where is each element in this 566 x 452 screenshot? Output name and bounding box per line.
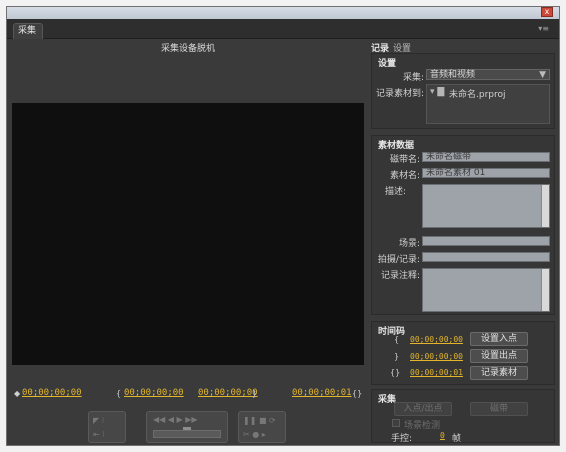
duration-icon: {} xyxy=(390,368,401,377)
title-bar: x xyxy=(7,7,559,19)
out-icon: } xyxy=(394,352,400,361)
panel-in-timecode[interactable]: 00;00;00;00 xyxy=(410,335,463,344)
shuttle-slider[interactable] xyxy=(153,430,221,438)
clip-data-heading: 素材数据 xyxy=(378,141,415,151)
close-button[interactable]: x xyxy=(541,7,553,17)
description-field[interactable] xyxy=(422,184,550,228)
project-name: 未命名.prproj xyxy=(449,90,506,100)
scene-field[interactable] xyxy=(422,236,550,246)
comment-label: 记录注释: xyxy=(380,271,420,281)
mark-controls: ◤ ⁝ ⇤ ⁝ xyxy=(88,411,126,443)
pause-icon[interactable]: ❚❚ ■ ⟳ xyxy=(243,416,276,425)
current-timecode[interactable]: 00;00;00;00 xyxy=(22,388,82,398)
clip-name-field[interactable]: 未命名素材 01 xyxy=(422,168,550,178)
description-scrollbar[interactable] xyxy=(541,185,549,227)
shot-field[interactable] xyxy=(422,252,550,262)
tape-name-label: 磁带名: xyxy=(389,155,420,165)
capture-monitor: 采集设备脱机 ◆ 00;00;00;00 { 00;00;00;00 00;00… xyxy=(12,41,364,443)
panel-menu-icon[interactable]: ▾≡ xyxy=(538,24,549,33)
mark-in-icon[interactable]: ◤ ⁝ xyxy=(93,416,104,425)
log-to-label: 记录素材到: xyxy=(375,89,424,99)
set-in-button[interactable]: 设置入点 xyxy=(470,332,528,346)
handles-label: 手控: xyxy=(390,434,412,444)
clip-name-label: 素材名: xyxy=(389,171,420,181)
comment-scrollbar[interactable] xyxy=(541,269,549,311)
in-icon: { xyxy=(394,335,400,344)
log-clip-button[interactable]: 记录素材 xyxy=(470,366,528,380)
goto-in-icon[interactable]: ⇤ ⁝ xyxy=(93,430,105,439)
tape-name-field[interactable]: 未命名磁带 xyxy=(422,152,550,162)
logging-panel: 记录 设置 设置 采集: 音频和视频 ▼ 记录素材到: ▾ ▇ 未命名.prpr… xyxy=(367,39,559,445)
capture-section: 采集 入点/出点 磁带 场景检测 手控: 0 帧 xyxy=(371,389,555,444)
scene-detect-checkbox[interactable] xyxy=(392,419,400,427)
panel-duration-timecode[interactable]: 00;00;00;01 xyxy=(410,368,463,377)
out-point-timecode[interactable]: 00;00;00;00 xyxy=(198,388,258,398)
capture-dropdown[interactable]: 音频和视频 ▼ xyxy=(426,69,550,80)
settings-heading: 设置 xyxy=(378,59,397,69)
settings-section: 设置 采集: 音频和视频 ▼ 记录素材到: ▾ ▇ 未命名.prproj xyxy=(371,53,555,129)
panel-tab-bar: 采集 ▾≡ xyxy=(7,19,559,39)
handles-unit: 帧 xyxy=(452,434,462,444)
in-point-icon: { xyxy=(116,389,122,398)
video-preview xyxy=(12,103,364,365)
record-icon[interactable]: ✂ ● ▸ xyxy=(243,430,266,439)
rewind-icon[interactable]: ◀◀ ◀ ▶ ▶▶ xyxy=(153,415,198,424)
record-controls: ❚❚ ■ ⟳ ✂ ● ▸ xyxy=(238,411,286,443)
in-out-button[interactable]: 入点/出点 xyxy=(394,402,452,416)
scene-label: 场景: xyxy=(398,239,420,249)
clip-data-section: 素材数据 磁带名: 未命名磁带 素材名: 未命名素材 01 描述: 场景: 拍摄… xyxy=(371,135,555,315)
out-point-icon: } xyxy=(252,389,258,398)
set-out-button[interactable]: 设置出点 xyxy=(470,349,528,363)
capture-window: x 采集 ▾≡ 采集设备脱机 ◆ 00;00;00;00 { 00;00;00;… xyxy=(6,6,560,446)
shot-label: 拍摄/记录: xyxy=(377,255,420,265)
device-status: 采集设备脱机 xyxy=(160,44,215,54)
chevron-down-icon: ▼ xyxy=(539,70,546,80)
capture-value: 音频和视频 xyxy=(430,70,476,80)
scene-detect-label: 场景检测 xyxy=(404,421,441,431)
in-point-timecode[interactable]: 00;00;00;00 xyxy=(124,388,184,398)
tab-capture[interactable]: 采集 xyxy=(13,23,43,39)
duration-timecode[interactable]: 00;00;00;01 xyxy=(292,388,352,398)
current-tc-icon: ◆ xyxy=(14,389,21,398)
panel-out-timecode[interactable]: 00;00;00;00 xyxy=(410,352,463,361)
transport-controls: ◀◀ ◀ ▶ ▶▶ xyxy=(146,411,228,443)
folder-icon: ▾ ▇ xyxy=(430,87,445,97)
duration-icon: {} xyxy=(352,389,363,398)
handles-value[interactable]: 0 xyxy=(440,431,445,440)
description-label: 描述: xyxy=(384,187,406,197)
timecode-section: 时间码 { 00;00;00;00 设置入点 } 00;00;00;00 设置出… xyxy=(371,321,555,385)
timecode-heading: 时间码 xyxy=(378,327,406,337)
log-to-selector[interactable]: ▾ ▇ 未命名.prproj xyxy=(426,84,550,124)
shuttle-thumb[interactable] xyxy=(183,427,191,430)
comment-field[interactable] xyxy=(422,268,550,312)
tape-button[interactable]: 磁带 xyxy=(470,402,528,416)
capture-label: 采集: xyxy=(402,73,424,83)
